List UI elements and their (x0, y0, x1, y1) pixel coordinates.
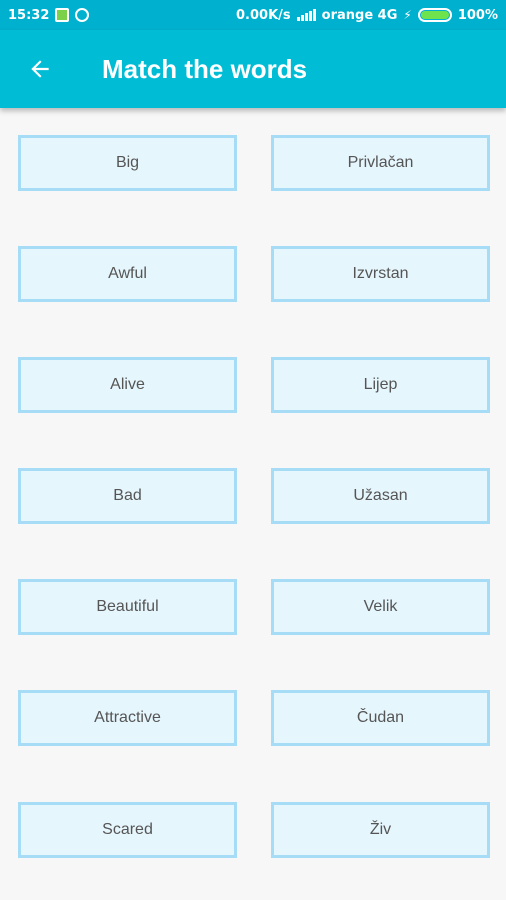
status-bar: 15:32 0.00K/s orange 4G ⚡ 100% (0, 0, 506, 30)
alarm-icon (75, 8, 90, 22)
word-right-4[interactable]: Užasan (271, 468, 490, 524)
carrier-label: orange 4G (321, 7, 398, 23)
battery-icon (417, 8, 452, 22)
word-left-5[interactable]: Beautiful (18, 579, 237, 635)
status-time: 15:32 (8, 7, 50, 23)
notification-icon (55, 8, 70, 22)
word-grid: Big Awful Alive Bad Beautiful Attractive… (0, 108, 506, 900)
page-title: Match the words (102, 53, 308, 84)
word-right-1[interactable]: Privlačan (271, 135, 490, 191)
word-right-5[interactable]: Velik (271, 579, 490, 635)
app-bar: Match the words (0, 30, 506, 108)
arrow-left-icon (31, 60, 49, 78)
word-right-3[interactable]: Lijep (271, 357, 490, 413)
word-left-6[interactable]: Attractive (18, 690, 237, 746)
network-speed: 0.00K/s (236, 7, 291, 23)
word-left-2[interactable]: Awful (18, 246, 237, 302)
word-left-3[interactable]: Alive (18, 357, 237, 413)
battery-percent: 100% (457, 7, 498, 23)
charging-icon: ⚡ (403, 8, 412, 22)
word-right-7[interactable]: Živ (271, 802, 490, 858)
word-right-2[interactable]: Izvrstan (271, 246, 490, 302)
word-left-4[interactable]: Bad (18, 468, 237, 524)
word-left-7[interactable]: Scared (18, 802, 237, 858)
back-button[interactable] (10, 39, 70, 99)
word-right-6[interactable]: Čudan (271, 690, 490, 746)
signal-icon (296, 9, 316, 21)
word-left-1[interactable]: Big (18, 135, 237, 191)
